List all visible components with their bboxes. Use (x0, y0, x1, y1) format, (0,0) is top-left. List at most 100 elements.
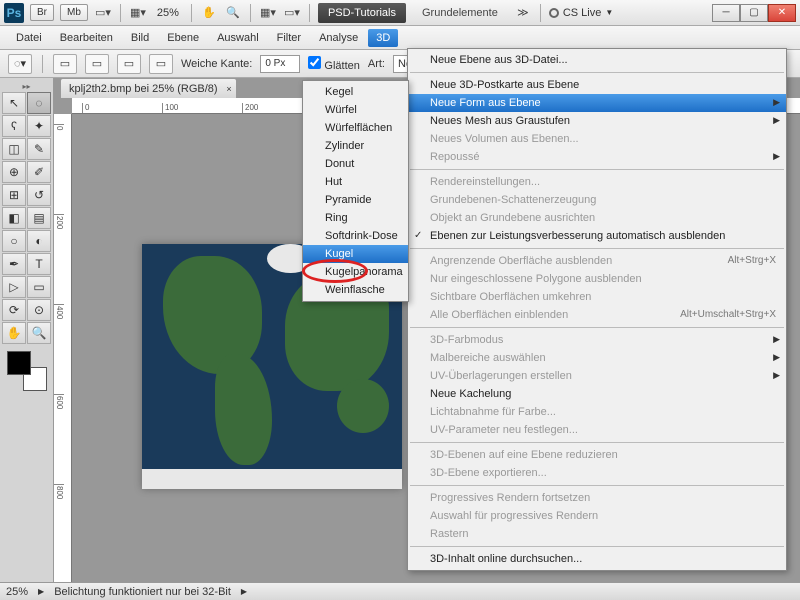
window-controls: ─ ▢ ✕ (712, 4, 796, 22)
menu-item[interactable]: Neue 3D-Postkarte aus Ebene (408, 76, 786, 94)
psd-tutorials-button[interactable]: PSD-Tutorials (318, 3, 406, 23)
menu-bearbeiten[interactable]: Bearbeiten (52, 29, 121, 47)
blur-tool[interactable]: ○ (2, 230, 26, 252)
color-swatches[interactable] (7, 351, 47, 391)
cs-live-icon (549, 8, 559, 18)
shortcut-label: Alt+Strg+X (728, 255, 776, 266)
wand-tool[interactable]: ✦ (27, 115, 51, 137)
zoom-tool-icon[interactable]: 🔍 (224, 4, 242, 22)
menu-item[interactable]: Neue Kachelung (408, 385, 786, 403)
gradient-tool[interactable]: ▤ (27, 207, 51, 229)
dodge-tool[interactable]: ◐ (27, 230, 51, 252)
marquee-add-icon[interactable]: ▭ (85, 54, 109, 74)
close-tab-icon[interactable]: × (226, 84, 231, 94)
minibridge-button[interactable]: Mb (60, 4, 88, 21)
submenu-item[interactable]: Zylinder (303, 137, 408, 155)
submenu-item[interactable]: Weinflasche (303, 281, 408, 299)
submenu-item[interactable]: Donut (303, 155, 408, 173)
marquee-int-icon[interactable]: ▭ (149, 54, 173, 74)
menu-item[interactable]: Ebenen zur Leistungsverbesserung automat… (408, 227, 786, 245)
zoom-display[interactable]: 25% (153, 7, 183, 19)
eyedropper-tool[interactable]: ✎ (27, 138, 51, 160)
marquee-rect-icon[interactable]: ▭ (53, 54, 77, 74)
hand-tool-icon[interactable]: ✋ (200, 4, 218, 22)
menu-filter[interactable]: Filter (269, 29, 309, 47)
zoom-tool[interactable]: 🔍 (27, 322, 51, 344)
marquee-tool[interactable]: ◌ (27, 92, 51, 114)
3d-menu-dropdown[interactable]: Neue Ebene aus 3D-Datei... Neue 3D-Postka… (407, 48, 787, 571)
path-select-tool[interactable]: ▷ (2, 276, 26, 298)
submenu-item[interactable]: Würfel (303, 101, 408, 119)
crop-tool[interactable]: ◫ (2, 138, 26, 160)
menu-item: 3D-Ebenen auf eine Ebene reduzieren (408, 446, 786, 464)
submenu-item[interactable]: Kegel (303, 83, 408, 101)
menu-item[interactable]: 3D-Inhalt online durchsuchen... (408, 550, 786, 568)
menu-analyse[interactable]: Analyse (311, 29, 366, 47)
ruler-vertical: 0200400600800 (54, 114, 72, 582)
submenu-item[interactable]: Hut (303, 173, 408, 191)
foreground-swatch[interactable] (7, 351, 31, 375)
minimize-button[interactable]: ─ (712, 4, 740, 22)
grundelemente-button[interactable]: Grundelemente (412, 3, 508, 23)
menu-item: Progressives Rendern fortsetzen (408, 489, 786, 507)
menu-3d[interactable]: 3D (368, 29, 398, 47)
antialias-checkbox[interactable]: Glätten (308, 56, 360, 72)
toolbox-collapse-icon[interactable]: ▸▸ (2, 82, 51, 91)
submenu-item[interactable]: Pyramide (303, 191, 408, 209)
hand-tool[interactable]: ✋ (2, 322, 26, 344)
more-icon[interactable]: ≫ (514, 4, 532, 22)
menu-item: Angrenzende Oberfläche ausblendenAlt+Str… (408, 252, 786, 270)
history-brush-tool[interactable]: ↺ (27, 184, 51, 206)
arrange-docs-icon[interactable]: ▦▾ (259, 4, 277, 22)
menu-item[interactable]: Neue Form aus Ebene▶ (408, 94, 786, 112)
3d-rotate-tool[interactable]: ⟳ (2, 299, 26, 321)
3d-camera-tool[interactable]: ⊙ (27, 299, 51, 321)
menu-datei[interactable]: Datei (8, 29, 50, 47)
stamp-tool[interactable]: ⊞ (2, 184, 26, 206)
menu-item: 3D-Farbmodus▶ (408, 331, 786, 349)
menu-auswahl[interactable]: Auswahl (209, 29, 267, 47)
submenu-arrow-icon: ▶ (773, 334, 780, 345)
lasso-tool[interactable]: ʕ (2, 115, 26, 137)
cs-live-button[interactable]: CS Live ▼ (549, 7, 613, 19)
screen-mode-icon[interactable]: ▭▾ (94, 4, 112, 22)
submenu-item[interactable]: Softdrink-Dose (303, 227, 408, 245)
move-tool[interactable]: ↖ (2, 92, 26, 114)
separator (250, 4, 251, 22)
cs-live-label: CS Live (563, 7, 602, 19)
submenu-item[interactable]: Kugelpanorama (303, 263, 408, 281)
menu-separator (410, 72, 784, 73)
menu-item[interactable]: Neue Ebene aus 3D-Datei... (408, 51, 786, 69)
menu-item[interactable]: Neues Mesh aus Graustufen▶ (408, 112, 786, 130)
shape-tool[interactable]: ▭ (27, 276, 51, 298)
separator (42, 55, 43, 73)
bridge-button[interactable]: Br (30, 4, 54, 21)
screen-mode-icon[interactable]: ▭▾ (283, 4, 301, 22)
view-extras-icon[interactable]: ▦▾ (129, 4, 147, 22)
submenu-item[interactable]: Ring (303, 209, 408, 227)
document-tab[interactable]: kplj2th2.bmp bei 25% (RGB/8) × (60, 78, 237, 98)
menu-bild[interactable]: Bild (123, 29, 157, 47)
close-button[interactable]: ✕ (768, 4, 796, 22)
heal-tool[interactable]: ⊕ (2, 161, 26, 183)
feather-input[interactable] (260, 55, 300, 73)
shape-submenu-dropdown[interactable]: KegelWürfelWürfelflächenZylinderDonutHut… (302, 80, 409, 302)
marquee-sub-icon[interactable]: ▭ (117, 54, 141, 74)
type-tool[interactable]: T (27, 253, 51, 275)
toolbox: ▸▸ ↖◌ ʕ✦ ◫✎ ⊕✐ ⊞↺ ◧▤ ○◐ ✒T ▷▭ ⟳⊙ ✋🔍 (0, 78, 54, 582)
menu-item: UV-Parameter neu festlegen... (408, 421, 786, 439)
status-arrow-icon[interactable]: ▶ (241, 587, 247, 596)
submenu-item[interactable]: Würfelflächen (303, 119, 408, 137)
maximize-button[interactable]: ▢ (740, 4, 768, 22)
menu-item: Grundebenen-Schattenerzeugung (408, 191, 786, 209)
status-zoom[interactable]: 25% (6, 586, 28, 598)
menu-ebene[interactable]: Ebene (159, 29, 207, 47)
status-arrow-icon[interactable]: ▶ (38, 587, 44, 596)
pen-tool[interactable]: ✒ (2, 253, 26, 275)
submenu-item[interactable]: Kugel (303, 245, 408, 263)
tool-preset-icon[interactable]: ◌▾ (8, 54, 32, 74)
menu-item: Sichtbare Oberflächen umkehren (408, 288, 786, 306)
brush-tool[interactable]: ✐ (27, 161, 51, 183)
eraser-tool[interactable]: ◧ (2, 207, 26, 229)
menu-item: Repoussé▶ (408, 148, 786, 166)
